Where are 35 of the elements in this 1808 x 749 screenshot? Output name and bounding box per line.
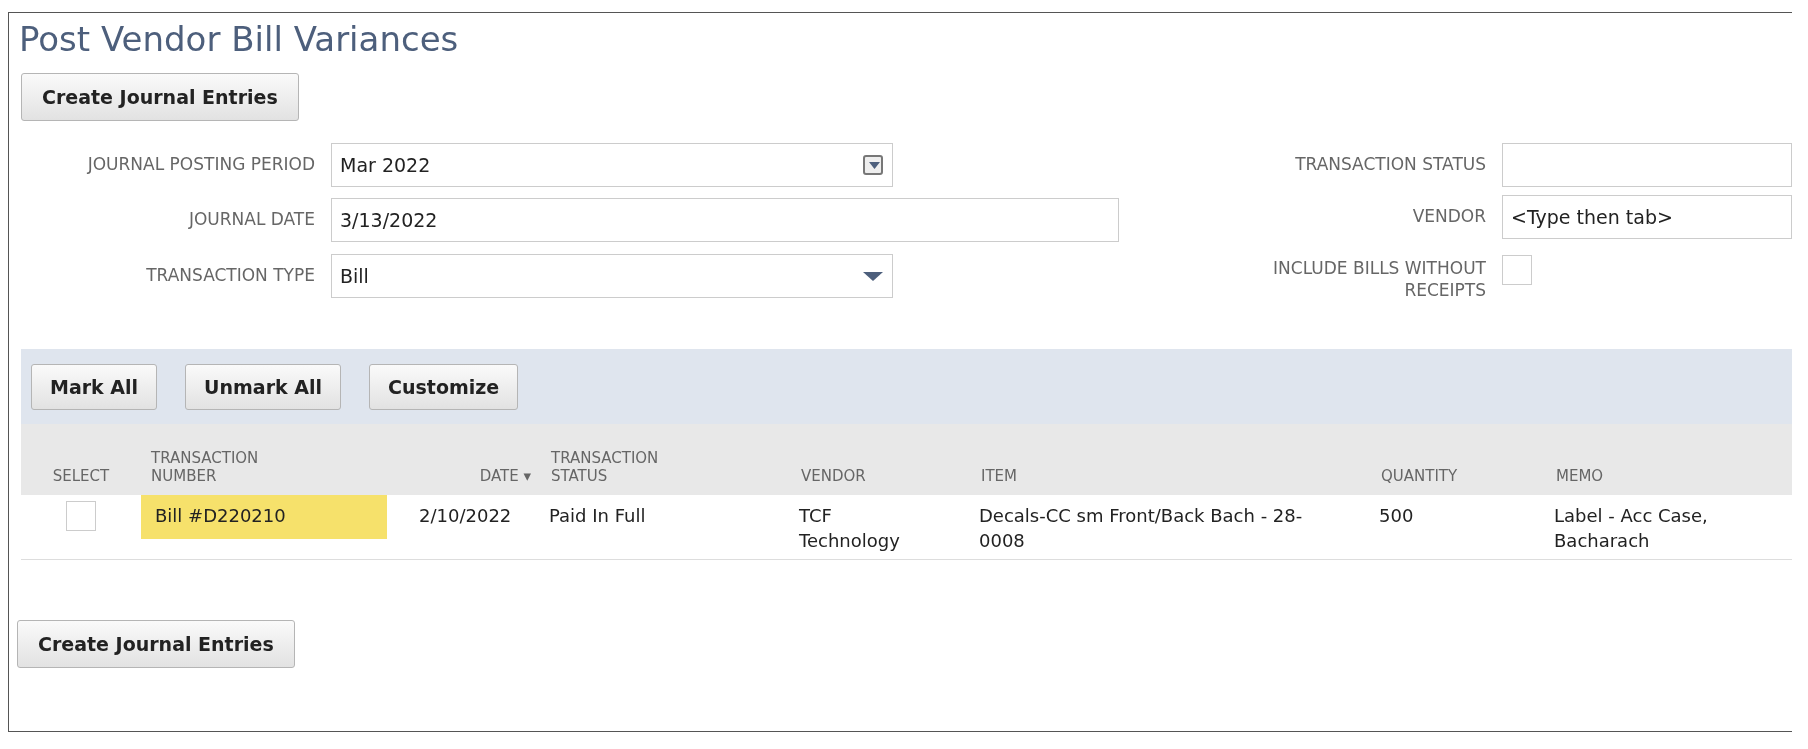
toolbar-button[interactable]: Customize [369,363,519,410]
field-label: VENDOR [1411,205,1486,227]
input-field[interactable]: <Type then tab> [1502,195,1792,239]
table-cell-text: TCF Technology [799,504,901,553]
input-field[interactable]: 3/13/2022 [331,198,1119,243]
toolbar-button[interactable]: Mark All [31,363,158,410]
select-field[interactable]: Mar 2022 [331,143,893,187]
transaction-number[interactable]: Bill #D220210 [141,495,387,539]
field-label: TRANSACTION TYPE [145,263,315,286]
checkbox[interactable] [1502,255,1532,285]
row-checkbox[interactable] [66,501,96,531]
page-title: Post Vendor Bill Variances [19,19,460,59]
table-cell: 500 [1371,495,1546,560]
create-journal-entries-button[interactable]: Create Journal Entries [21,73,299,121]
column-header[interactable]: DATE ▾ [479,467,531,485]
field-label: JOURNAL DATE [187,208,315,231]
column-header: TRANSACTION NUMBER [151,449,260,485]
calendar-icon[interactable] [862,154,884,176]
table-cell: 2/10/2022 [411,495,541,560]
input-field[interactable] [1502,143,1792,187]
column-header: QUANTITY [1381,467,1458,485]
dropdown-field[interactable]: Bill [331,253,893,298]
column-header: TRANSACTION STATUS [551,449,660,485]
column-header: MEMO [1556,467,1604,485]
create-journal-entries-button[interactable]: Create Journal Entries [17,620,295,668]
column-header: ITEM [981,467,1017,485]
toolbar-button[interactable]: Unmark All [185,363,342,410]
table-cell-text: Label - Acc Case, Bacharach [1554,504,1709,553]
field-label: INCLUDE BILLS WITHOUT RECEIPTS [1272,257,1486,301]
table-cell-text: Decals-CC sm Front/Back Bach - 28-0008 [979,504,1304,553]
table-cell: Paid In Full [541,495,791,560]
column-header: VENDOR [801,467,866,485]
field-label: TRANSACTION STATUS [1294,153,1486,175]
field-label: JOURNAL POSTING PERIOD [86,153,315,175]
column-header: SELECT [52,467,110,485]
